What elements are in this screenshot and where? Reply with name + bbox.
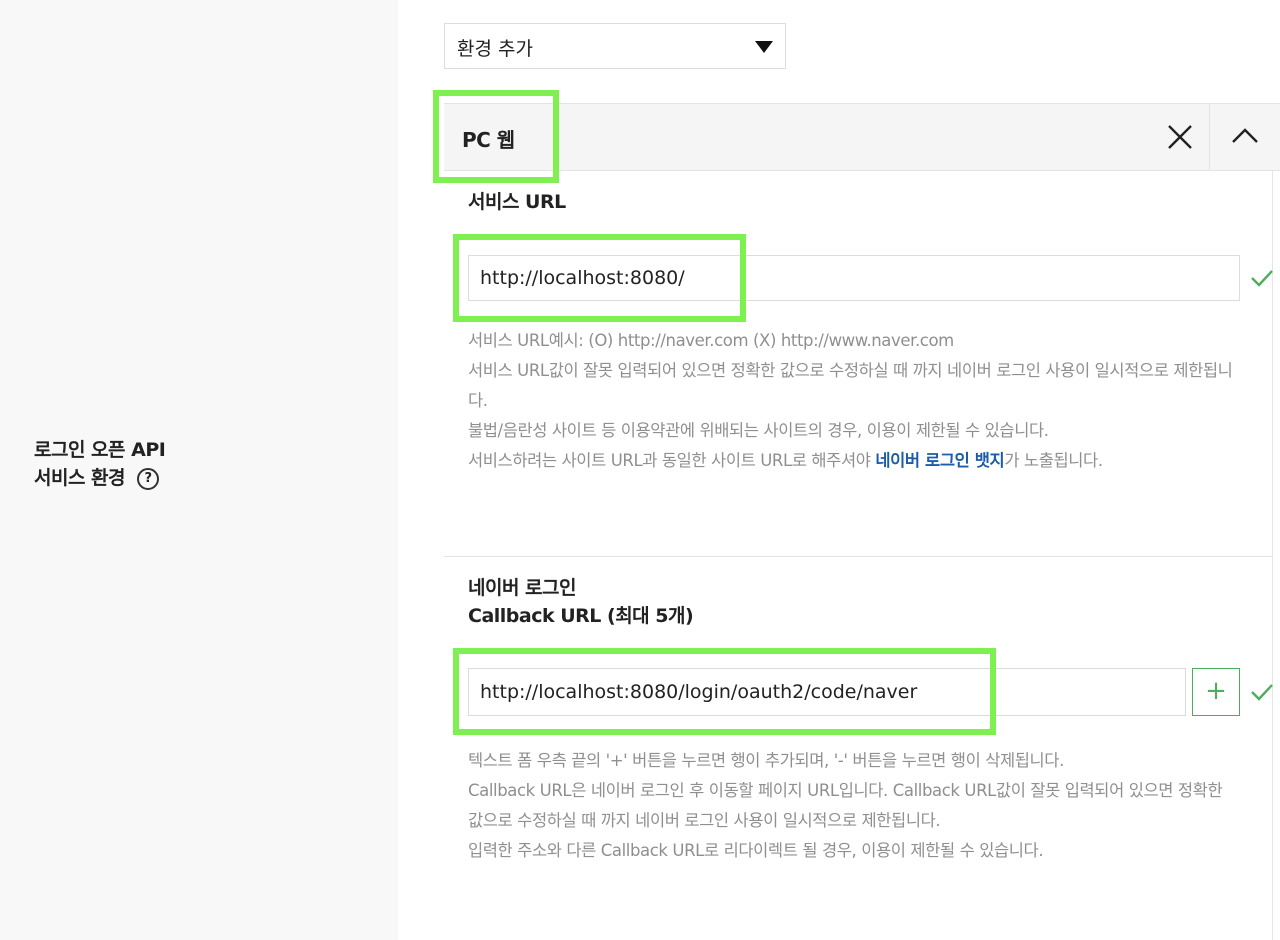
callback-help-line: 텍스트 폼 우측 끝의 '+' 버튼을 누르면 행이 추가되며, '-' 버튼을… (468, 751, 1064, 770)
help-circle-icon[interactable]: ? (137, 468, 160, 490)
environment-select-value: 환경 추가 (457, 38, 533, 60)
add-callback-row-button[interactable]: + (1192, 668, 1240, 716)
settings-label-column: 로그인 오픈 API 서비스 환경? (0, 0, 398, 940)
section-divider (444, 556, 1273, 557)
callback-label-line2: Callback URL (최대 5개) (468, 605, 694, 627)
close-panel-button[interactable] (1164, 121, 1196, 153)
section-label-line1: 로그인 오픈 API (34, 439, 166, 461)
check-icon (1251, 684, 1273, 701)
login-badge-link[interactable]: 네이버 로그인 뱃지 (875, 451, 1004, 470)
panel-title: PC 웹 (462, 128, 515, 152)
service-url-help-line: 서비스 URL예시: (O) http://naver.com (X) http… (468, 331, 954, 350)
section-label-line2: 서비스 환경? (34, 464, 165, 492)
service-url-label: 서비스 URL (468, 191, 566, 213)
callback-help-line: 입력한 주소와 다른 Callback URL로 리다이렉트 될 경우, 이용이… (468, 841, 1044, 860)
plus-icon: + (1205, 676, 1227, 706)
service-url-badge-note: 서비스하려는 사이트 URL과 동일한 사이트 URL로 해주셔야 네이버 로그… (468, 446, 1238, 476)
callback-url-input[interactable]: http://localhost:8080/login/oauth2/code/… (468, 668, 1186, 716)
environment-panel-header: PC 웹 (444, 103, 1280, 171)
service-url-input[interactable]: http://localhost:8080/ (468, 255, 1240, 301)
close-icon (1168, 125, 1192, 149)
service-url-help: 서비스 URL예시: (O) http://naver.com (X) http… (468, 326, 1238, 476)
section-label: 로그인 오픈 API 서비스 환경? (34, 436, 166, 492)
collapse-panel-button[interactable] (1209, 104, 1280, 170)
callback-url-label: 네이버 로그인 Callback URL (최대 5개) (468, 574, 694, 630)
environment-select[interactable]: 환경 추가 (444, 23, 786, 69)
badge-note-pre: 서비스하려는 사이트 URL과 동일한 사이트 URL로 해주셔야 (468, 451, 876, 470)
section-label-text: 서비스 환경 (34, 467, 126, 489)
callback-url-help: 텍스트 폼 우측 끝의 '+' 버튼을 누르면 행이 추가되며, '-' 버튼을… (468, 746, 1228, 866)
caret-down-icon (755, 41, 773, 53)
badge-note-post: 가 노출됩니다. (1004, 451, 1103, 470)
service-url-help-line: 서비스 URL값이 잘못 입력되어 있으면 정확한 값으로 수정하실 때 까지 … (468, 361, 1233, 410)
callback-help-line: Callback URL은 네이버 로그인 후 이동할 페이지 URL입니다. … (468, 781, 1223, 830)
callback-label-line1: 네이버 로그인 (468, 577, 577, 599)
service-url-help-line: 불법/음란성 사이트 등 이용약관에 위배되는 사이트의 경우, 이용이 제한될… (468, 421, 1049, 440)
chevron-up-icon (1232, 128, 1258, 143)
check-icon (1251, 270, 1273, 287)
